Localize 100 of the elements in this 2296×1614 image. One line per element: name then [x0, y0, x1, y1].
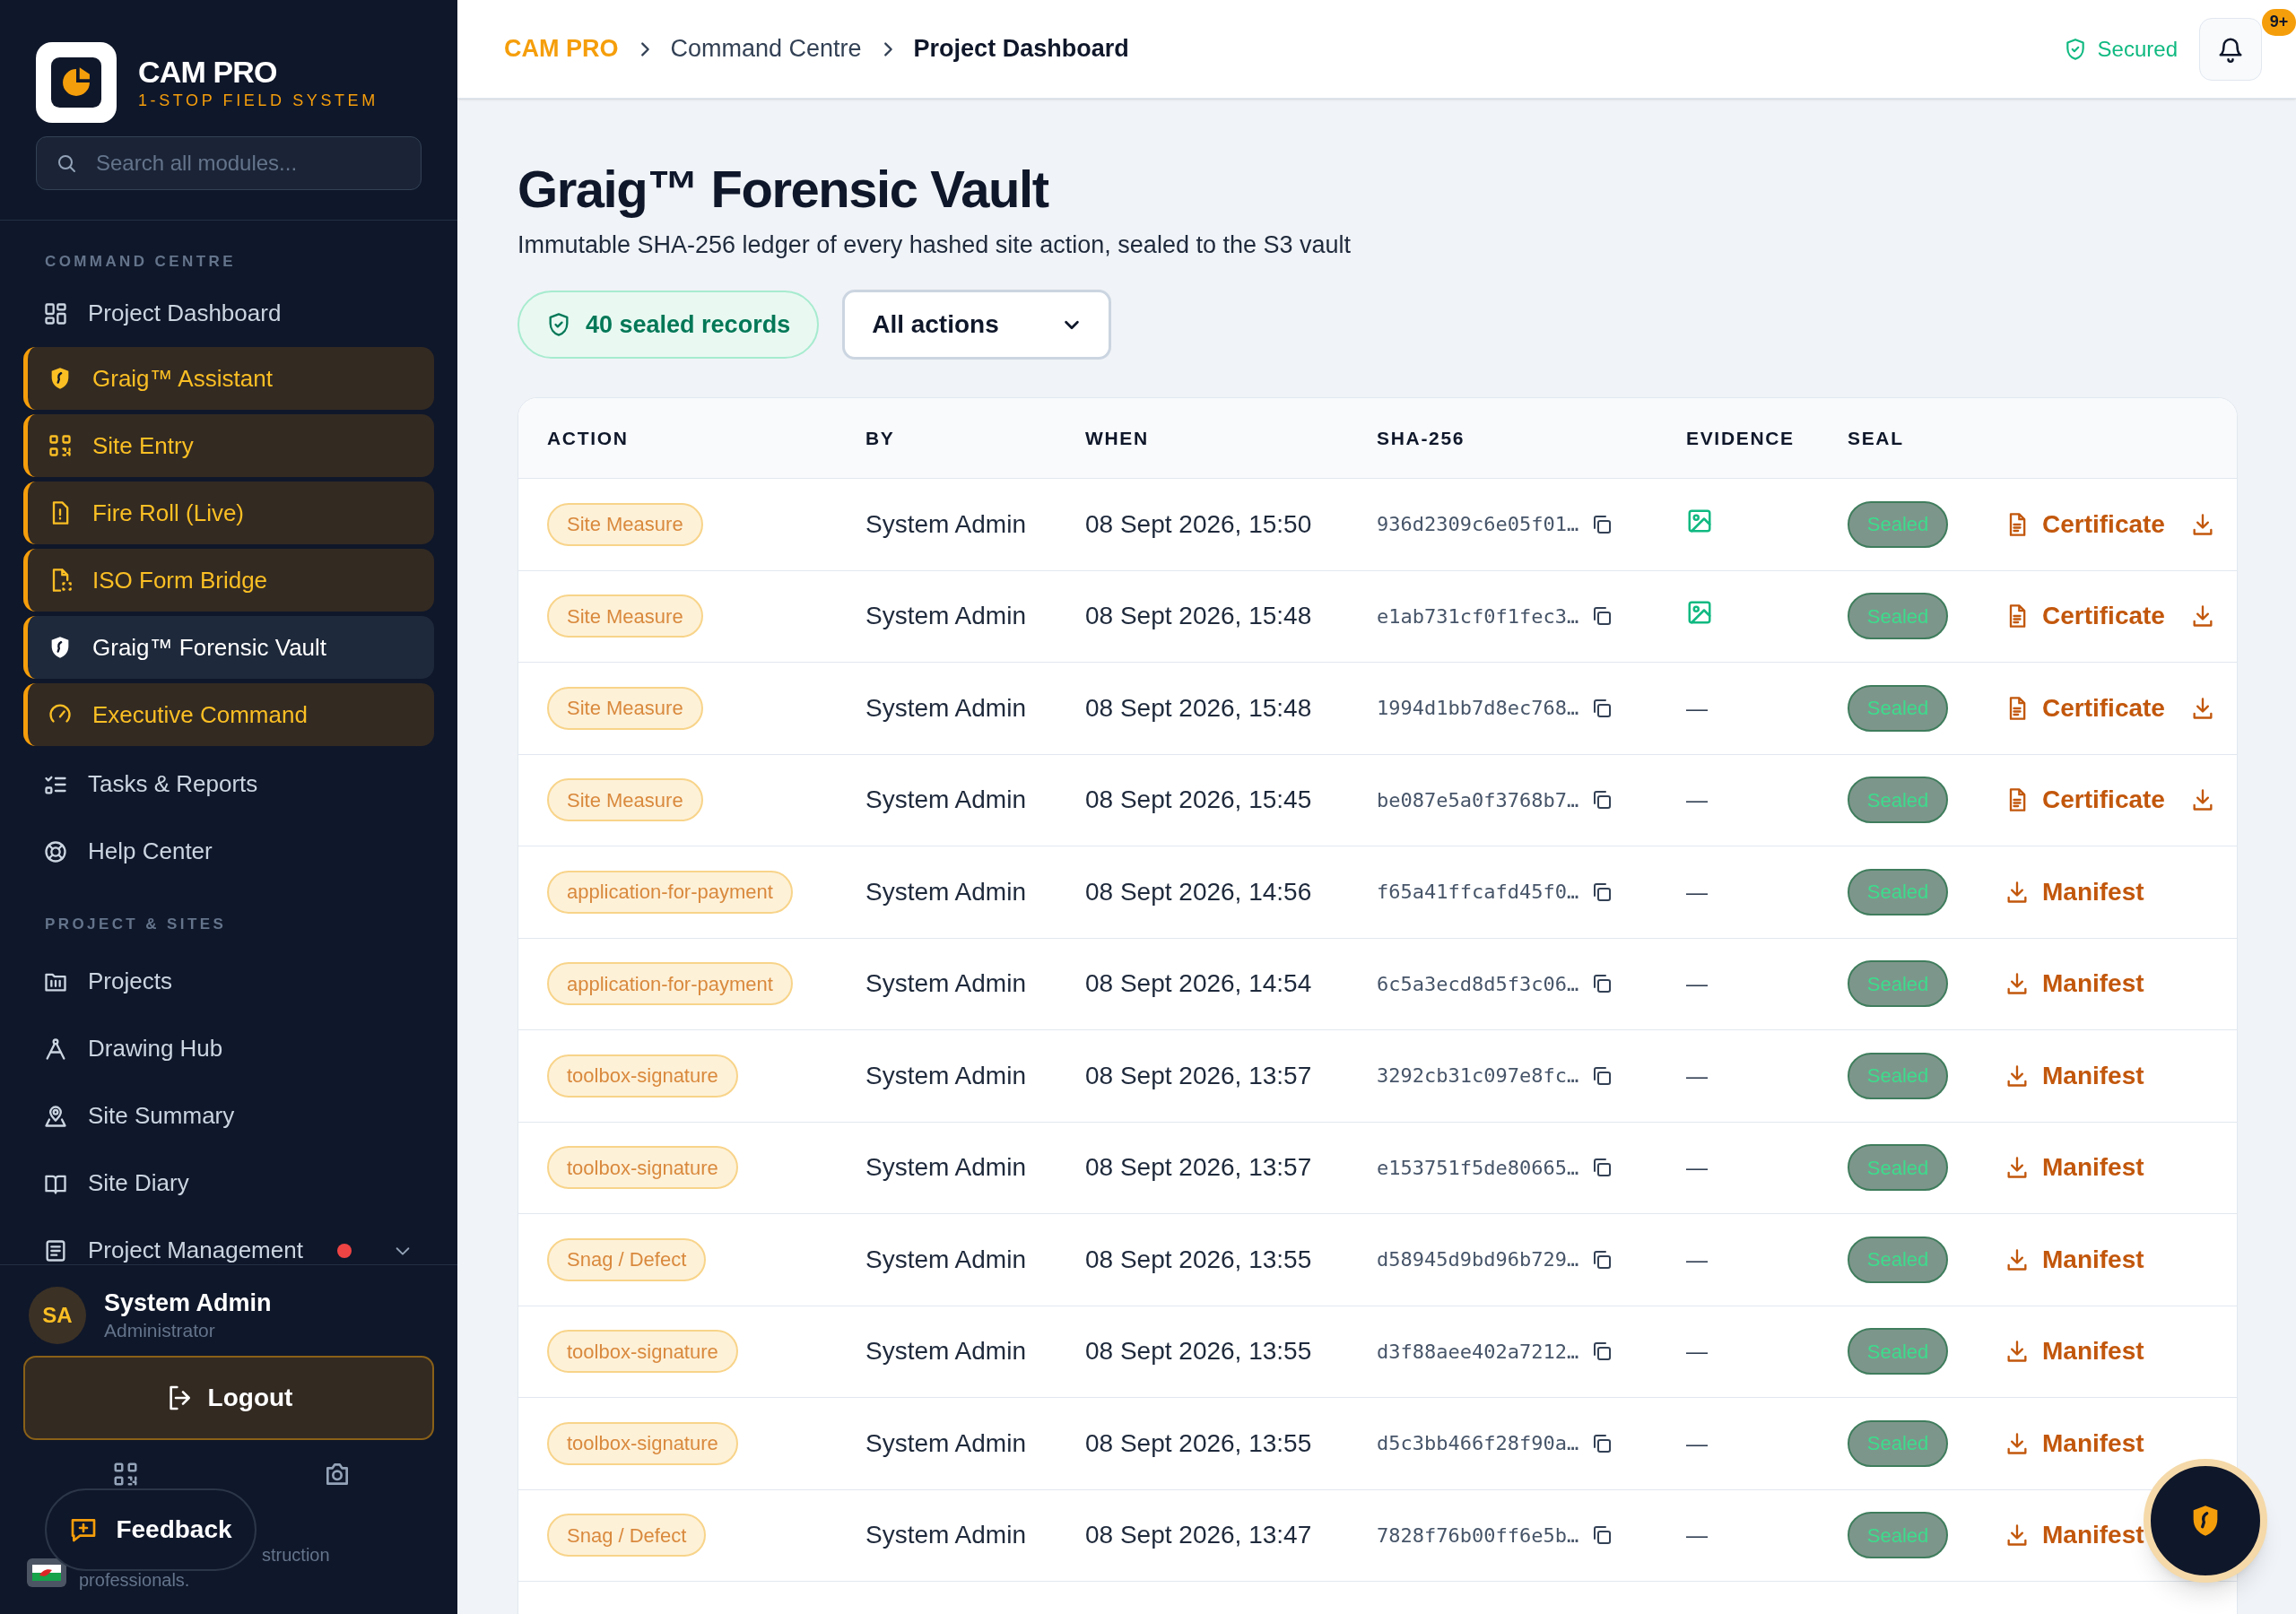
nav-item[interactable]: Site Summary [23, 1082, 434, 1150]
table-cell-text: System Admin [865, 508, 1027, 540]
brand-tagline: 1-STOP FIELD SYSTEM [138, 92, 378, 108]
manifest-link[interactable]: Manifest [2005, 1149, 2144, 1187]
column-header: WHEN [1085, 426, 1150, 450]
copy-icon [1591, 789, 1613, 811]
manifest-link[interactable]: Manifest [2005, 872, 2144, 911]
nav-item[interactable]: Projects [23, 948, 434, 1015]
nav-item[interactable]: Help Center [23, 818, 434, 885]
hash-text: d58945d9bd96b729… [1377, 1247, 1579, 1273]
manifest-link[interactable]: Manifest [2005, 1516, 2144, 1555]
action-tag: Site Measure [547, 686, 703, 730]
empty-dash: — [1686, 878, 1708, 906]
copy-button[interactable] [1591, 973, 1613, 995]
copy-button[interactable] [1591, 605, 1613, 628]
manifest-link[interactable]: Manifest [2005, 965, 2144, 1003]
copy-icon [1591, 1524, 1613, 1547]
table-cell-text: System Admin [865, 968, 1027, 1000]
notifications-button[interactable] [2199, 17, 2262, 81]
footer-text: professionals. [79, 1571, 190, 1589]
column-header: EVIDENCE [1686, 426, 1796, 450]
copy-button[interactable] [1591, 1064, 1613, 1087]
copy-button[interactable] [1591, 1248, 1613, 1271]
hash-text: d3f88aee402a7212… [1377, 1339, 1579, 1365]
nav-item[interactable]: Drawing Hub [23, 1015, 434, 1082]
feedback-button[interactable]: Feedback [45, 1488, 257, 1571]
copy-button[interactable] [1591, 1341, 1613, 1363]
copy-icon [1591, 1157, 1613, 1179]
copy-icon [1591, 605, 1613, 628]
table-cell-text: 08 Sept 2026, 15:45 [1085, 785, 1313, 816]
nav-item[interactable]: Project Dashboard [23, 280, 434, 347]
copy-button[interactable] [1591, 1524, 1613, 1547]
seal-badge: Sealed [1848, 1236, 1948, 1283]
hash-text: 1994d1bb7d8ec768… [1377, 696, 1579, 722]
dashboard-icon [43, 300, 68, 326]
empty-dash: — [1686, 1338, 1708, 1366]
certificate-link[interactable]: Certificate [2005, 781, 2165, 820]
nav-item[interactable]: Site Diary [23, 1150, 434, 1217]
action-filter-dropdown[interactable]: All actions [842, 290, 1112, 360]
table-cell-text: System Admin [865, 1244, 1027, 1275]
action-tag: Site Measure [547, 594, 703, 638]
copy-icon [1591, 1341, 1613, 1363]
copy-icon [1591, 973, 1613, 995]
certificate-link[interactable]: Certificate [2005, 597, 2165, 636]
action-tag: Site Measure [547, 502, 703, 546]
table-cell-text: System Admin [865, 785, 1027, 816]
manifest-link[interactable]: Manifest [2005, 1240, 2144, 1279]
logout-button[interactable]: Logout [23, 1356, 434, 1440]
image-icon [1686, 599, 1713, 627]
user-name: System Admin [104, 1290, 272, 1315]
copy-button[interactable] [1591, 697, 1613, 719]
copy-button[interactable] [1591, 1432, 1613, 1454]
manifest-link[interactable]: Manifest [2005, 1056, 2144, 1095]
nav-item[interactable]: Graig™ Forensic Vault [23, 616, 434, 679]
breadcrumb-link[interactable]: Project Dashboard [913, 30, 1129, 67]
column-header: ACTION [547, 426, 630, 450]
action-tag: Snag / Defect [547, 1514, 707, 1558]
hash-text: 6c5a3ecd8d5f3c06… [1377, 971, 1579, 997]
nav-item[interactable]: Graig™ Assistant [23, 347, 434, 410]
table-cell-text: System Admin [865, 876, 1027, 907]
action-tag: application-for-payment [547, 962, 793, 1006]
copy-icon [1591, 1248, 1613, 1271]
copy-icon [1591, 513, 1613, 535]
copy-button[interactable] [1591, 789, 1613, 811]
nav-item[interactable]: Site Entry [23, 414, 434, 477]
hash-text: 936d2309c6e05f01… [1377, 512, 1579, 538]
table-cell-text: 08 Sept 2026, 13:55 [1085, 1427, 1313, 1459]
copy-button[interactable] [1591, 1157, 1613, 1179]
qr-code-icon [48, 433, 73, 458]
nav-item[interactable]: Project Management [23, 1217, 434, 1264]
table-cell-text: System Admin [865, 1427, 1027, 1459]
user-avatar: SA [29, 1286, 86, 1344]
copy-button[interactable] [1591, 513, 1613, 535]
empty-dash: — [1686, 1154, 1708, 1182]
manifest-link[interactable]: Manifest [2005, 1424, 2144, 1462]
lifebuoy-icon [43, 838, 68, 864]
section-label: COMMAND CENTRE [44, 252, 237, 271]
action-tag: Site Measure [547, 778, 703, 822]
table-cell-text: 08 Sept 2026, 13:57 [1085, 1152, 1313, 1184]
copy-button[interactable] [1591, 881, 1613, 903]
flag-icon[interactable] [27, 1558, 66, 1587]
table-cell-text: 08 Sept 2026, 15:50 [1085, 508, 1313, 540]
empty-dash: — [1686, 1429, 1708, 1457]
evidence-button[interactable] [1686, 599, 1713, 627]
nav-item[interactable]: Tasks & Reports [23, 751, 434, 818]
nav-item[interactable]: Executive Command [23, 683, 434, 746]
table-cell-text: System Admin [865, 1520, 1027, 1551]
seal-badge: Sealed [1848, 684, 1948, 732]
action-tag: Snag / Defect [547, 1237, 707, 1281]
table-cell-text: 08 Sept 2026, 15:48 [1085, 601, 1313, 632]
table-cell-text: 08 Sept 2026, 14:54 [1085, 968, 1313, 1000]
nav-item[interactable]: Fire Roll (Live) [23, 482, 434, 544]
table-cell-text: 08 Sept 2026, 13:55 [1085, 1244, 1313, 1275]
search-field[interactable]: Search all modules... [36, 136, 422, 190]
seal-badge: Sealed [1848, 593, 1948, 640]
certificate-link[interactable]: Certificate [2005, 505, 2165, 543]
manifest-link[interactable]: Manifest [2005, 1332, 2144, 1371]
breadcrumb-link[interactable]: Command Centre [670, 30, 862, 67]
nav-item[interactable]: ISO Form Bridge [23, 549, 434, 612]
certificate-link[interactable]: Certificate [2005, 689, 2165, 727]
